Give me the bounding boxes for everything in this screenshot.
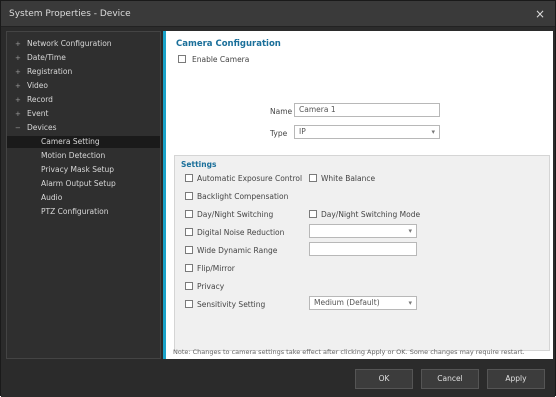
option-label: Digital Noise Reduction [197,228,285,237]
expand-icon[interactable]: + [15,94,23,106]
tree-item-label: Camera Setting [41,137,100,146]
tree-item-label: Video [27,81,49,90]
option-checkbox[interactable] [309,210,317,218]
sensitivity-select[interactable]: Medium (Default) ▾ [309,296,417,310]
expand-icon[interactable]: + [15,108,23,120]
tree-item-label: Privacy Mask Setup [41,165,115,174]
settings-tree: + Network Configuration + Date/Time + Regis… [6,31,161,359]
wdr-input[interactable] [309,242,417,256]
option-checkbox[interactable] [185,174,193,182]
expand-icon[interactable]: + [15,80,23,92]
tree-item-datetime[interactable]: + Date/Time [7,52,160,64]
name-label: Name [270,107,293,116]
expand-icon[interactable]: + [15,52,23,64]
close-icon[interactable]: × [533,7,547,21]
tree-item-devices[interactable]: − Devices [7,122,160,134]
option-label: Flip/Mirror [197,264,235,273]
content-pane: Camera Configuration Enable Camera Name … [163,31,553,359]
option-label: Day/Night Switching [197,210,274,219]
window-title: System Properties - Device [9,9,131,19]
option-checkbox[interactable] [185,300,193,308]
tree-item-label: Event [27,109,49,118]
group-title: Settings [181,160,217,169]
tree-item-video[interactable]: + Video [7,80,160,92]
option-checkbox[interactable] [185,246,193,254]
option-label: Automatic Exposure Control [197,174,303,183]
footer-note: Note: Changes to camera settings take ef… [173,348,525,356]
tree-item-ptz[interactable]: PTZ Configuration [7,206,160,218]
option-checkbox[interactable] [185,228,193,236]
chevron-down-icon: ▾ [408,227,412,235]
ok-button[interactable]: OK [355,369,413,389]
tree-item-label: Record [27,95,53,104]
name-input[interactable]: Camera 1 [294,103,440,117]
option-checkbox[interactable] [309,174,317,182]
option-label: Privacy [197,282,225,291]
apply-button[interactable]: Apply [487,369,545,389]
expand-icon[interactable]: + [15,66,23,78]
tree-item-label: Devices [27,123,57,132]
enable-camera-label: Enable Camera [192,55,250,64]
tree-item-record[interactable]: + Record [7,94,160,106]
tree-item-registration[interactable]: + Registration [7,66,160,78]
tree-item-label: Registration [27,67,73,76]
option-checkbox[interactable] [185,264,193,272]
cancel-button[interactable]: Cancel [421,369,479,389]
settings-group: Settings Automatic Exposure Control Whit… [174,155,550,351]
title-bar: System Properties - Device × [1,1,555,27]
option-checkbox[interactable] [185,282,193,290]
option-label: Backlight Compensation [197,192,289,201]
type-select-value: IP [299,127,306,136]
tree-item-alarm-output[interactable]: Alarm Output Setup [7,178,160,190]
sensitivity-select-value: Medium (Default) [314,298,380,307]
tree-item-camera-setting[interactable]: Camera Setting [7,136,160,148]
section-title: Camera Configuration [176,39,281,49]
chevron-down-icon: ▾ [408,299,412,307]
tree-item-label: Audio [41,193,63,202]
collapse-icon[interactable]: − [15,122,23,134]
tree-item-network[interactable]: + Network Configuration [7,38,160,50]
option-label: Sensitivity Setting [197,300,266,309]
tree-item-motion-detection[interactable]: Motion Detection [7,150,160,162]
expand-icon[interactable]: + [15,38,23,50]
tree-item-event[interactable]: + Event [7,108,160,120]
tree-item-label: Motion Detection [41,151,106,160]
option-checkbox[interactable] [185,210,193,218]
type-select[interactable]: IP ▾ [294,125,440,139]
enable-camera-checkbox[interactable] [178,55,186,63]
tree-item-label: Alarm Output Setup [41,179,116,188]
tree-item-label: Network Configuration [27,39,112,48]
tree-item-label: PTZ Configuration [41,207,109,216]
option-label: White Balance [321,174,376,183]
option-label: Day/Night Switching Mode [321,210,421,219]
chevron-down-icon: ▾ [431,128,435,136]
tree-item-label: Date/Time [27,53,66,62]
tree-item-audio[interactable]: Audio [7,192,160,204]
option-label: Wide Dynamic Range [197,246,278,255]
dnr-select[interactable]: ▾ [309,224,417,238]
tree-item-privacy-mask[interactable]: Privacy Mask Setup [7,164,160,176]
type-label: Type [270,129,288,138]
properties-window: System Properties - Device × + Network Co… [0,0,556,397]
option-checkbox[interactable] [185,192,193,200]
